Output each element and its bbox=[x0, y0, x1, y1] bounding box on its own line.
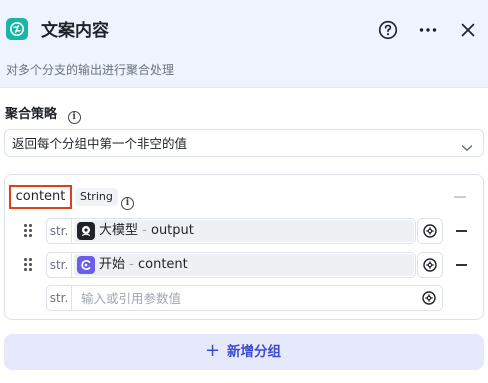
strategy-select[interactable]: 返回每个分组中第一个非空的值 bbox=[4, 129, 484, 157]
new-variable-input[interactable]: str. 输入或引用参数值 bbox=[46, 285, 443, 311]
remove-variable-icon[interactable] bbox=[456, 230, 467, 232]
group-name[interactable]: content bbox=[9, 185, 72, 209]
start-icon bbox=[77, 256, 95, 274]
input-placeholder: 输入或引用参数值 bbox=[81, 291, 182, 306]
add-group-label: 新增分组 bbox=[227, 344, 281, 360]
source-field-name: content bbox=[137, 257, 188, 272]
variable-row[interactable]: str. 大模型 - output bbox=[46, 218, 416, 244]
drag-handle-icon[interactable] bbox=[24, 224, 32, 238]
add-group-button[interactable]: + 新增分组 bbox=[4, 334, 484, 370]
variable-aggregate-icon bbox=[6, 18, 28, 40]
variable-picker-icon[interactable] bbox=[417, 252, 443, 278]
type-prefix: str. bbox=[47, 253, 72, 277]
group-info-icon[interactable]: i bbox=[121, 190, 134, 210]
strategy-label-text: 聚合策略 bbox=[5, 107, 58, 122]
variable-row[interactable]: str. 开始 - content bbox=[46, 252, 416, 278]
remove-group-icon[interactable] bbox=[454, 196, 466, 198]
close-icon[interactable] bbox=[458, 20, 478, 40]
description-area: 对多个分支的输出进行聚合处理 bbox=[0, 58, 488, 88]
source-field-name: output bbox=[150, 223, 194, 238]
node-title[interactable]: 文案内容 bbox=[41, 20, 109, 42]
reference-separator: - bbox=[125, 257, 138, 272]
variable-reference-text: 开始 - content bbox=[99, 256, 188, 274]
help-circle-icon[interactable] bbox=[378, 20, 398, 40]
variable-picker-icon[interactable] bbox=[417, 218, 443, 244]
more-dots-icon[interactable] bbox=[418, 20, 438, 40]
strategy-label: 聚合策略 i bbox=[5, 106, 81, 124]
variable-reference-chip[interactable]: 大模型 - output bbox=[74, 220, 414, 242]
type-prefix: str. bbox=[47, 286, 72, 310]
type-prefix: str. bbox=[47, 219, 72, 243]
strategy-selected-value: 返回每个分组中第一个非空的值 bbox=[12, 136, 188, 151]
info-icon[interactable]: i bbox=[67, 110, 81, 124]
plus-icon: + bbox=[205, 340, 221, 361]
node-description[interactable]: 对多个分支的输出进行聚合处理 bbox=[6, 62, 174, 78]
source-node-name: 大模型 bbox=[99, 223, 139, 238]
variable-reference-chip[interactable]: 开始 - content bbox=[74, 254, 414, 276]
chevron-down-icon bbox=[461, 138, 473, 157]
llm-icon bbox=[77, 222, 95, 240]
drag-handle-icon[interactable] bbox=[24, 258, 32, 272]
reference-separator: - bbox=[138, 223, 151, 238]
source-node-name: 开始 bbox=[99, 257, 126, 272]
group-type-badge: String bbox=[75, 188, 118, 206]
remove-variable-icon[interactable] bbox=[456, 264, 467, 266]
variable-picker-icon[interactable] bbox=[421, 290, 437, 310]
variable-reference-text: 大模型 - output bbox=[99, 222, 194, 240]
